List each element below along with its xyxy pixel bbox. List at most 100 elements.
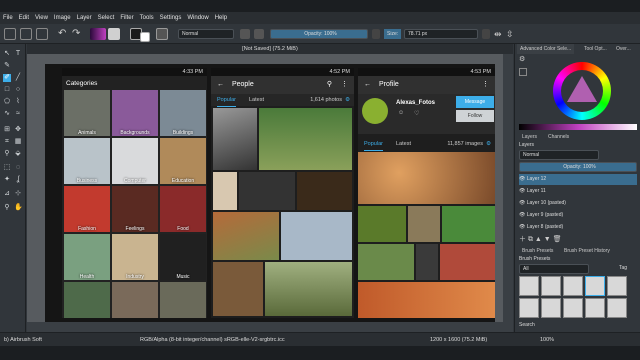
settings-icon[interactable]: ⚙ xyxy=(345,94,350,106)
eraser-mode-icon[interactable] xyxy=(240,29,250,39)
preserve-alpha-icon[interactable] xyxy=(254,29,264,39)
photo-thumb[interactable] xyxy=(358,282,495,318)
photo-thumb[interactable] xyxy=(442,206,495,242)
photo-thumb[interactable] xyxy=(213,108,257,170)
photo-thumb[interactable] xyxy=(281,212,352,260)
horizontal-scrollbar[interactable] xyxy=(27,322,513,332)
photo-thumb[interactable] xyxy=(239,172,295,210)
select-shapes-icon[interactable]: ↖ xyxy=(3,50,11,58)
photo-thumb[interactable] xyxy=(358,244,414,280)
eye-icon[interactable]: 👁 xyxy=(519,200,525,206)
tab-overview[interactable]: Over... xyxy=(613,44,634,54)
tab-advanced-color[interactable]: Advanced Color Sele... xyxy=(517,44,575,54)
search-icon[interactable]: ⚲ xyxy=(327,76,332,94)
brush-preset[interactable] xyxy=(585,276,605,296)
category-tile[interactable] xyxy=(64,282,110,318)
color-swatch[interactable] xyxy=(519,68,527,76)
photo-thumb[interactable] xyxy=(213,212,279,260)
user-icon[interactable]: ☺ xyxy=(398,110,404,116)
photo-thumb[interactable] xyxy=(259,108,352,170)
pan-tool-icon[interactable]: ✋ xyxy=(14,204,23,212)
add-layer-icon[interactable]: ＋ xyxy=(519,236,526,243)
message-button[interactable]: Message xyxy=(456,96,494,108)
rect-select-icon[interactable]: ⬚ xyxy=(3,164,11,172)
eye-icon[interactable]: 👁 xyxy=(519,224,525,230)
tab-latest[interactable]: Latest xyxy=(249,94,264,106)
brush-preset[interactable] xyxy=(541,276,561,296)
tab-layers[interactable]: Layers xyxy=(519,132,540,142)
freehand-path-icon[interactable]: ≈ xyxy=(14,110,22,118)
tab-tool-options[interactable]: Tool Opt... xyxy=(581,44,610,54)
layer-opacity-slider[interactable]: Opacity: 100% xyxy=(519,162,637,172)
undo-icon[interactable]: ↶ xyxy=(58,28,70,40)
menu-layer[interactable]: Layer xyxy=(77,15,92,21)
category-tile[interactable]: Music xyxy=(160,234,206,280)
size-slider[interactable]: 78.71 px xyxy=(404,29,478,39)
zoom-level[interactable]: 100% xyxy=(540,333,554,347)
background-color[interactable] xyxy=(140,32,150,42)
brush-filter-select[interactable]: All xyxy=(519,264,589,274)
menu-edit[interactable]: Edit xyxy=(19,15,29,21)
crop-tool-icon[interactable]: ⌗ xyxy=(3,138,11,146)
photo-thumb[interactable] xyxy=(213,262,263,316)
menu-help[interactable]: Help xyxy=(215,15,227,21)
vertical-scrollbar[interactable] xyxy=(503,54,513,322)
menu-tools[interactable]: Tools xyxy=(140,15,154,21)
category-tile[interactable]: Industry xyxy=(112,234,158,280)
brush-preset-icon[interactable] xyxy=(156,28,168,40)
category-tile[interactable]: Business xyxy=(64,138,110,184)
brush-preset[interactable] xyxy=(585,298,605,318)
category-tile[interactable]: Health xyxy=(64,234,110,280)
menu-window[interactable]: Window xyxy=(187,15,208,21)
freehand-select-icon[interactable]: ʆ xyxy=(14,176,22,184)
move-down-icon[interactable]: ▼ xyxy=(544,236,551,243)
move-tool-icon[interactable]: ✥ xyxy=(14,126,22,134)
duplicate-layer-icon[interactable]: ⧉ xyxy=(528,236,533,243)
category-tile[interactable]: Food xyxy=(160,186,206,232)
layer-row[interactable]: 👁 Layer 9 (pasted) xyxy=(519,210,637,221)
tab-latest[interactable]: Latest xyxy=(396,138,411,150)
tab-popular[interactable]: Popular xyxy=(217,94,236,107)
eye-icon[interactable]: 👁 xyxy=(519,212,525,218)
category-tile[interactable] xyxy=(112,282,158,318)
more-icon[interactable]: ⋮ xyxy=(482,76,489,94)
tag-label[interactable]: Tag xyxy=(619,265,627,271)
assistant-tool-icon[interactable]: ⊹ xyxy=(14,190,22,198)
more-icon[interactable]: ⋮ xyxy=(341,76,348,94)
edit-shapes-icon[interactable]: ✎ xyxy=(3,62,11,70)
brush-preset[interactable] xyxy=(519,276,539,296)
brush-preset[interactable] xyxy=(541,298,561,318)
document-tab[interactable]: [Not Saved] (75.2 MiB) xyxy=(27,44,513,54)
layer-row[interactable]: 👁 Layer 12 xyxy=(519,174,637,185)
heart-icon[interactable]: ♡ xyxy=(414,110,419,117)
color-wheel[interactable] xyxy=(553,62,611,120)
line-tool-icon[interactable]: ╱ xyxy=(14,74,22,82)
tab-popular[interactable]: Popular xyxy=(364,138,383,151)
category-tile[interactable]: Animals xyxy=(64,90,110,136)
gradient-tool-icon[interactable]: ▦ xyxy=(14,138,22,146)
brush-preset[interactable] xyxy=(519,298,539,318)
menu-view[interactable]: View xyxy=(35,15,48,21)
ellipse-select-icon[interactable]: ◌ xyxy=(14,164,22,172)
menu-settings[interactable]: Settings xyxy=(160,15,182,21)
new-document-icon[interactable] xyxy=(4,28,16,40)
photo-thumb[interactable] xyxy=(265,262,352,316)
save-icon[interactable] xyxy=(36,28,48,40)
move-up-icon[interactable]: ▲ xyxy=(535,236,542,243)
color-picker-icon[interactable]: ⚲ xyxy=(3,150,11,158)
gear-icon[interactable]: ⚙ xyxy=(519,56,527,64)
pattern-swatch[interactable] xyxy=(108,28,120,40)
rectangle-tool-icon[interactable]: □ xyxy=(3,86,11,94)
bezier-tool-icon[interactable]: ∿ xyxy=(3,110,11,118)
color-bar[interactable] xyxy=(519,124,637,130)
brush-preset[interactable] xyxy=(563,276,583,296)
zoom-tool-icon[interactable]: ⚲ xyxy=(3,204,11,212)
blend-mode-select[interactable]: Normal xyxy=(178,29,234,39)
back-arrow-icon[interactable]: ← xyxy=(217,81,224,88)
settings-icon[interactable]: ⚙ xyxy=(486,138,491,150)
redo-icon[interactable]: ↷ xyxy=(72,28,84,40)
tab-brush-presets[interactable]: Brush Presets xyxy=(519,246,556,256)
category-tile[interactable]: Education xyxy=(160,138,206,184)
eye-icon[interactable]: 👁 xyxy=(519,188,525,194)
photo-thumb[interactable] xyxy=(440,244,495,280)
